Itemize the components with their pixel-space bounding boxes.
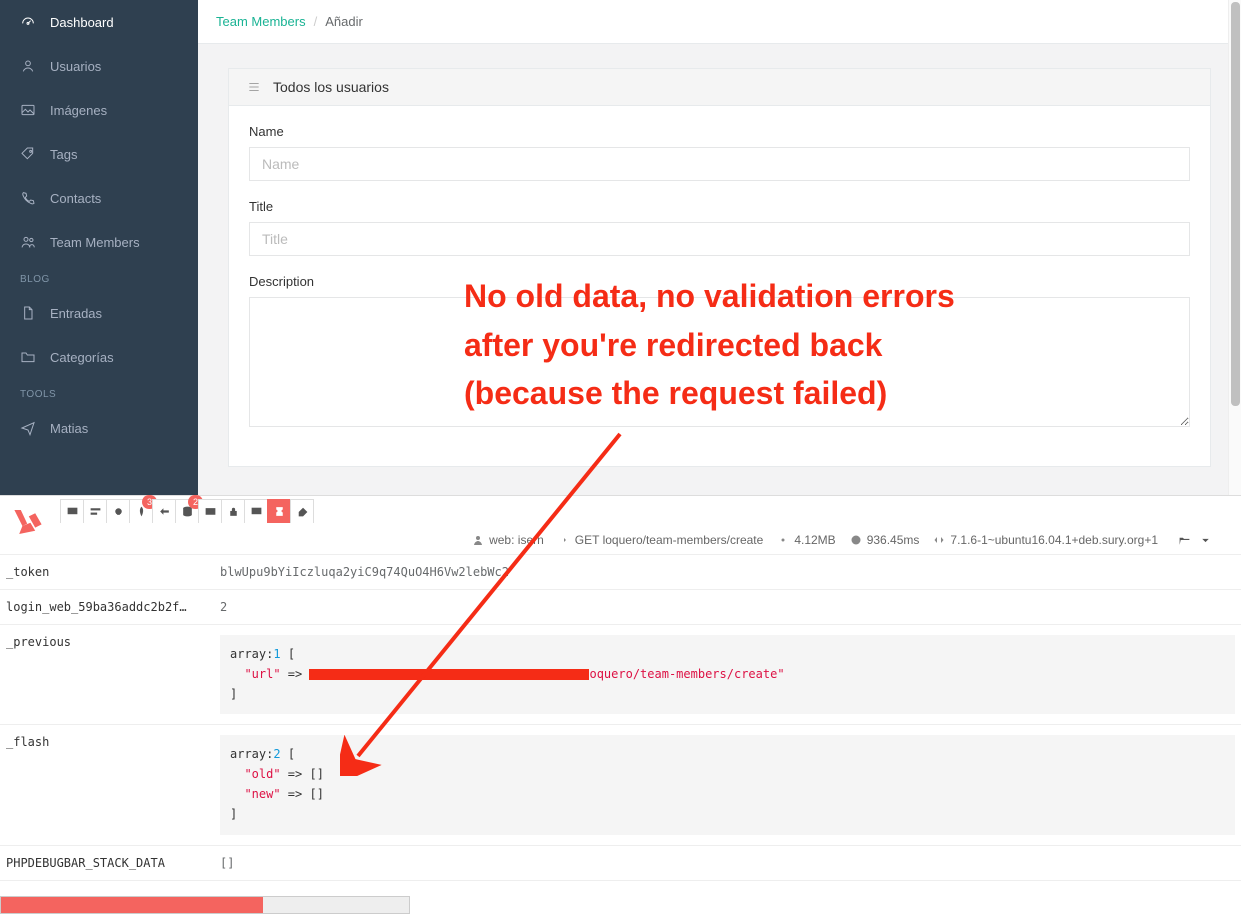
debugbar-tab-exceptions[interactable] <box>106 499 130 523</box>
sidebar-item-entradas[interactable]: Entradas <box>0 291 198 335</box>
session-row-login: login_web_59ba36addc2b2f… 2 <box>0 590 1241 625</box>
folder-open-icon[interactable] <box>1178 534 1191 547</box>
laravel-logo-icon <box>8 502 48 542</box>
sidebar-item-label: Categorías <box>50 350 114 365</box>
sidebar-item-label: Imágenes <box>50 103 107 118</box>
sidebar-item-label: Tags <box>50 147 77 162</box>
close-icon[interactable] <box>1220 534 1233 547</box>
session-row-token: _token blwUpu9bYiIczluqa2yiC9q74QuO4H6Vw… <box>0 555 1241 590</box>
phone-icon <box>20 190 36 206</box>
sidebar-item-usuarios[interactable]: Usuarios <box>0 44 198 88</box>
debugbar-tab-messages[interactable] <box>60 499 84 523</box>
breadcrumb-current: Añadir <box>325 14 363 29</box>
sidebar-item-categorias[interactable]: Categorías <box>0 335 198 379</box>
debugbar-tabs: 3 2 <box>0 496 1241 526</box>
chevron-down-icon[interactable] <box>1199 534 1212 547</box>
title-input[interactable] <box>249 222 1190 256</box>
debugbar-tab-session[interactable] <box>267 499 291 523</box>
title-label: Title <box>249 199 1190 214</box>
debugbar-body[interactable]: _token blwUpu9bYiIczluqa2yiC9q74QuO4H6Vw… <box>0 555 1241 914</box>
status-request: GET loquero/team-members/create <box>558 533 764 547</box>
debugbar: 3 2 web: isern GET loquero/team-members/… <box>0 495 1241 914</box>
image-icon <box>20 102 36 118</box>
name-input[interactable] <box>249 147 1190 181</box>
sidebar-item-label: Dashboard <box>50 15 114 30</box>
sidebar-item-label: Team Members <box>50 235 140 250</box>
folder-icon <box>20 349 36 365</box>
panel-title: Todos los usuarios <box>273 79 389 95</box>
description-label: Description <box>249 274 1190 289</box>
file-icon <box>20 305 36 321</box>
sidebar-item-team-members[interactable]: Team Members <box>0 220 198 264</box>
debugbar-tab-views[interactable]: 3 <box>129 499 153 523</box>
main-content: Team Members / Añadir Todos los usuarios… <box>198 0 1241 495</box>
scrollbar[interactable] <box>1228 0 1241 495</box>
debugbar-tab-auth[interactable] <box>221 499 245 523</box>
debugbar-tab-queries[interactable]: 2 <box>175 499 199 523</box>
sidebar-heading-tools: TOOLS <box>0 379 198 406</box>
debugbar-tab-request[interactable] <box>290 499 314 523</box>
send-icon <box>20 420 36 436</box>
panel-all-users: Todos los usuarios Name Title Descriptio… <box>228 68 1211 467</box>
gauge-icon <box>20 14 36 30</box>
users-icon <box>20 234 36 250</box>
name-label: Name <box>249 124 1190 139</box>
list-icon <box>247 80 261 94</box>
description-textarea[interactable] <box>249 297 1190 427</box>
sidebar-item-matias[interactable]: Matias <box>0 406 198 450</box>
sidebar-item-label: Matias <box>50 421 88 436</box>
session-row-previous: _previous array:1 [ "url" => oquero/team… <box>0 625 1241 725</box>
sidebar-item-contacts[interactable]: Contacts <box>0 176 198 220</box>
debugbar-tab-mails[interactable] <box>198 499 222 523</box>
session-row-flash: _flash array:2 [ "old" => [] "new" => []… <box>0 725 1241 845</box>
session-row-stack: PHPDEBUGBAR_STACK_DATA [] <box>0 846 1241 881</box>
debugbar-tab-route[interactable] <box>152 499 176 523</box>
sidebar-heading-blog: BLOG <box>0 264 198 291</box>
sidebar-item-tags[interactable]: Tags <box>0 132 198 176</box>
sidebar-item-imagenes[interactable]: Imágenes <box>0 88 198 132</box>
tag-icon <box>20 146 36 162</box>
debugbar-tab-timeline[interactable] <box>83 499 107 523</box>
panel-header: Todos los usuarios <box>229 69 1210 106</box>
sidebar-item-label: Usuarios <box>50 59 101 74</box>
sidebar-item-label: Contacts <box>50 191 101 206</box>
status-time: 936.45ms <box>850 533 920 547</box>
debugbar-tab-gate[interactable] <box>244 499 268 523</box>
user-icon <box>20 58 36 74</box>
status-user: web: isern <box>472 533 544 547</box>
sidebar-item-label: Entradas <box>50 306 102 321</box>
sidebar-item-dashboard[interactable]: Dashboard <box>0 0 198 44</box>
status-php: 7.1.6-1~ubuntu16.04.1+deb.sury.org+1 <box>933 533 1158 547</box>
breadcrumb-separator: / <box>314 14 318 29</box>
debugbar-resize-handle[interactable] <box>0 896 410 914</box>
breadcrumb-parent[interactable]: Team Members <box>216 14 306 29</box>
breadcrumb: Team Members / Añadir <box>198 0 1241 44</box>
status-memory: 4.12MB <box>777 533 835 547</box>
debugbar-status: web: isern GET loquero/team-members/crea… <box>0 526 1241 555</box>
sidebar: Dashboard Usuarios Imágenes Tags Contact… <box>0 0 198 495</box>
